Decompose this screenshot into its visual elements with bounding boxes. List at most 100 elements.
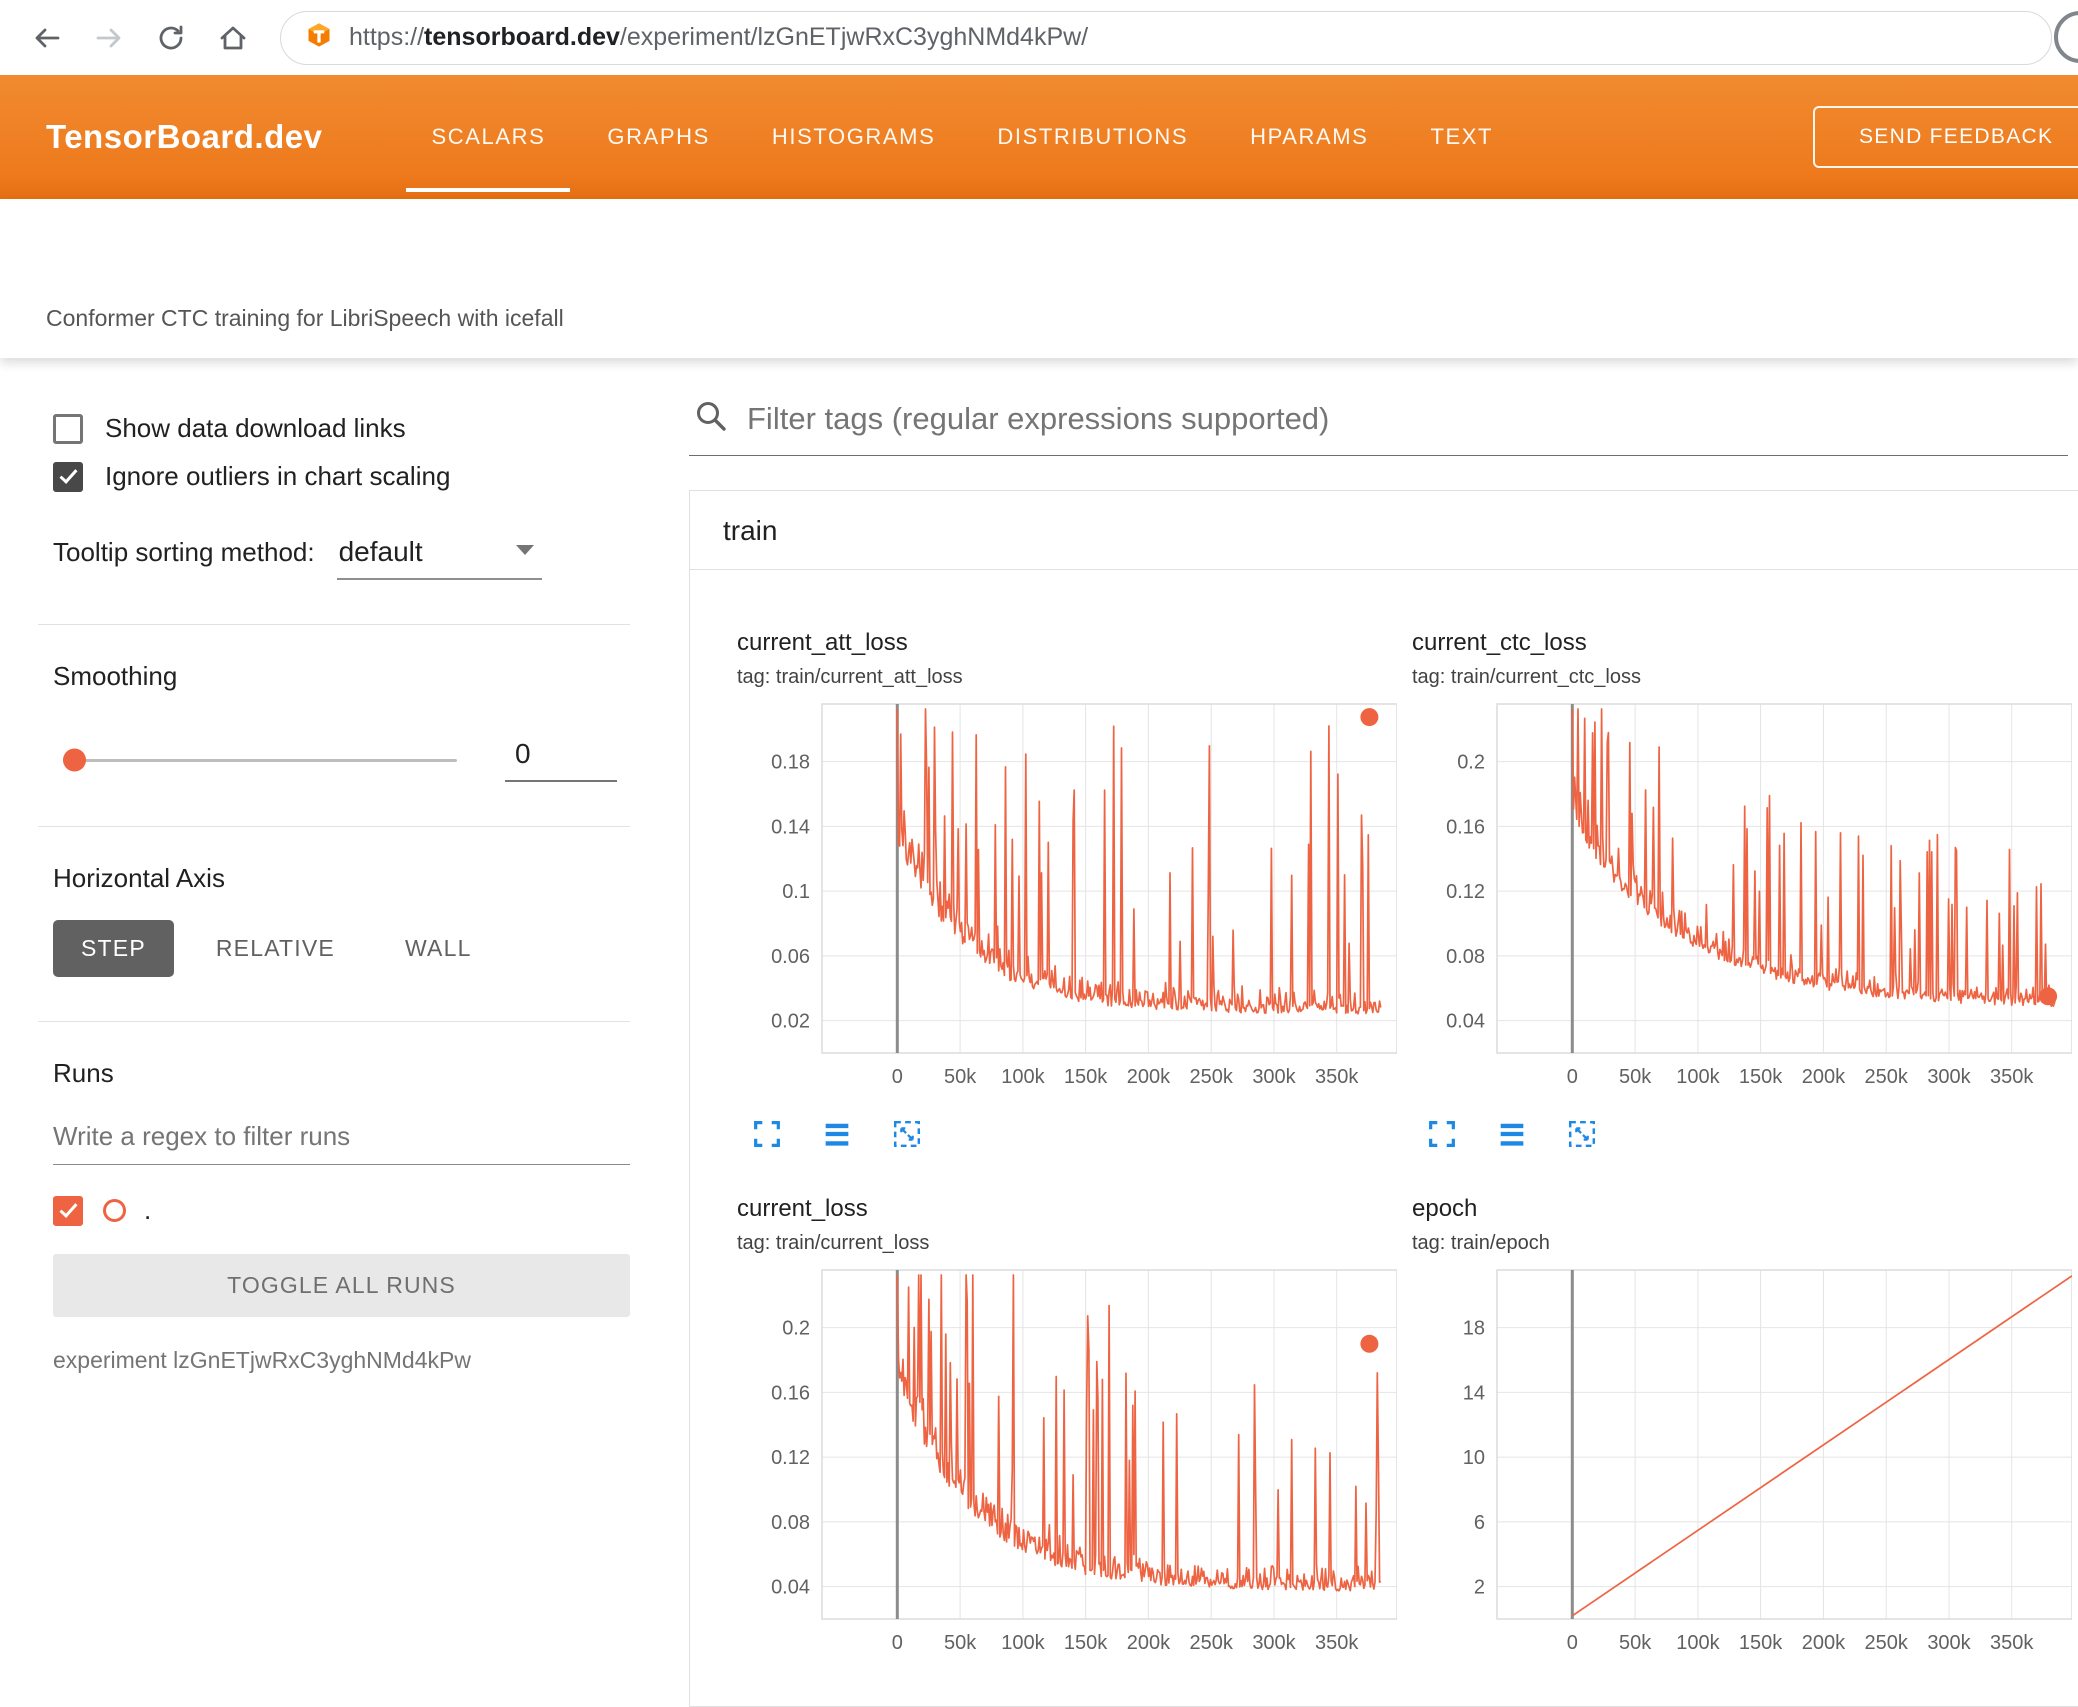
fit-domain-icon[interactable]: [1562, 1114, 1602, 1154]
check-icon: [58, 1198, 78, 1218]
brand-title: TensorBoard.dev: [46, 118, 323, 155]
svg-text:150k: 150k: [1064, 1066, 1108, 1088]
svg-text:350k: 350k: [1990, 1066, 2034, 1088]
svg-text:2: 2: [1474, 1577, 1485, 1599]
run-color-swatch: [103, 1199, 126, 1222]
chart-title: current_att_loss: [737, 629, 908, 656]
smoothing-slider[interactable]: [63, 748, 457, 772]
svg-text:0: 0: [1567, 1632, 1578, 1654]
experiment-title-bar: Conformer CTC training for LibriSpeech w…: [0, 199, 2078, 358]
wall-button[interactable]: WALL: [377, 920, 500, 977]
tooltip-sorting-select[interactable]: default: [336, 536, 542, 580]
smoothing-label: Smoothing: [53, 661, 178, 691]
fit-domain-icon[interactable]: [887, 1114, 927, 1154]
runs-label: Runs: [53, 1058, 114, 1088]
smoothing-slider-thumb[interactable]: [63, 748, 86, 772]
tab-text[interactable]: TEXT: [1399, 75, 1524, 199]
fullscreen-icon[interactable]: [747, 1114, 787, 1154]
toggle-all-runs-button[interactable]: TOGGLE ALL RUNS: [53, 1254, 630, 1317]
chart-current_att_loss: current_att_loss tag: train/current_att_l…: [737, 628, 1412, 1154]
settings-sidebar: Show data download links Ignore outliers…: [0, 358, 670, 1666]
tab-graphs[interactable]: GRAPHS: [576, 75, 741, 199]
tab-scalars[interactable]: SCALARS: [400, 75, 576, 199]
tag-filter: [689, 398, 2068, 456]
search-icon: [693, 398, 729, 439]
tab-distributions[interactable]: DISTRIBUTIONS: [966, 75, 1219, 199]
chart-plot-current_loss[interactable]: 0.04 0.08 0.12 0.16 0.2 0 50k 100k 150k 200k 250k 3…: [737, 1266, 1397, 1666]
svg-text:150k: 150k: [1739, 1632, 1783, 1654]
svg-text:0: 0: [892, 1066, 903, 1088]
svg-text:0.16: 0.16: [771, 1382, 810, 1404]
avatar[interactable]: [2054, 11, 2078, 63]
show-download-links-checkbox[interactable]: [53, 413, 83, 444]
send-feedback-button[interactable]: SEND FEEDBACK: [1813, 106, 2078, 168]
svg-text:100k: 100k: [1001, 1066, 1045, 1088]
chart-toolbar: [1422, 1114, 2078, 1154]
svg-text:250k: 250k: [1865, 1066, 1909, 1088]
home-icon[interactable]: [206, 11, 260, 65]
svg-text:0.04: 0.04: [1446, 1011, 1485, 1033]
reload-icon[interactable]: [144, 11, 198, 65]
ignore-outliers-checkbox[interactable]: [53, 461, 83, 492]
svg-text:300k: 300k: [1927, 1066, 1971, 1088]
tab-histograms[interactable]: HISTOGRAMS: [741, 75, 967, 199]
relative-button[interactable]: RELATIVE: [188, 920, 363, 977]
svg-text:18: 18: [1463, 1318, 1485, 1340]
run-item[interactable]: .: [53, 1195, 670, 1226]
app-header: TensorBoard.dev SCALARS GRAPHS HISTOGRAMS D…: [0, 75, 2078, 199]
address-bar[interactable]: https://tensorboard.dev/experiment/lzGnE…: [280, 10, 2052, 65]
runs-filter-input[interactable]: [53, 1115, 630, 1165]
svg-text:0.04: 0.04: [771, 1577, 810, 1599]
step-button[interactable]: STEP: [53, 920, 174, 977]
svg-text:100k: 100k: [1676, 1066, 1720, 1088]
chart-plot-current_ctc_loss[interactable]: 0.04 0.08 0.12 0.16 0.2 0 50k 100k 150k 200k 250k 3…: [1412, 700, 2072, 1100]
show-download-links-row[interactable]: Show data download links: [53, 413, 670, 444]
smoothing-row: 0: [53, 738, 670, 782]
fullscreen-icon[interactable]: [1422, 1114, 1462, 1154]
charts-grid: current_att_loss tag: train/current_att_l…: [690, 570, 2078, 1706]
chart-title: current_loss: [737, 1195, 868, 1222]
ignore-outliers-label: Ignore outliers in chart scaling: [105, 461, 451, 491]
chart-tag-label: tag: train/current_ctc_loss: [1412, 666, 1641, 688]
chart-plot-current_att_loss[interactable]: 0.02 0.06 0.1 0.14 0.18 0 50k 100k 150k 200k 250k 3…: [737, 700, 1397, 1100]
svg-text:200k: 200k: [1127, 1632, 1171, 1654]
svg-text:200k: 200k: [1802, 1066, 1846, 1088]
svg-text:0: 0: [1567, 1066, 1578, 1088]
run-checkbox[interactable]: [53, 1195, 83, 1226]
chart-title: epoch: [1412, 1195, 1478, 1222]
chevron-down-icon: [515, 544, 534, 555]
tab-hparams[interactable]: HPARAMS: [1219, 75, 1399, 199]
svg-text:0.2: 0.2: [1457, 752, 1485, 774]
tensorboard-favicon-icon: [305, 21, 333, 54]
smoothing-value[interactable]: 0: [505, 738, 617, 782]
svg-text:0.06: 0.06: [771, 946, 810, 968]
svg-text:250k: 250k: [1190, 1632, 1234, 1654]
content-area: Show data download links Ignore outliers…: [0, 358, 2078, 1707]
svg-text:50k: 50k: [944, 1066, 977, 1088]
ignore-outliers-row[interactable]: Ignore outliers in chart scaling: [53, 461, 670, 492]
svg-text:50k: 50k: [944, 1632, 977, 1654]
check-icon: [58, 464, 78, 484]
url-path: /experiment/lzGnETjwRxC3yghNMd4kPw/: [619, 23, 1089, 51]
tag-filter-input[interactable]: [745, 399, 2068, 438]
forward-icon[interactable]: [82, 11, 136, 65]
card-title[interactable]: train: [690, 491, 2078, 570]
chart-toolbar: [747, 1114, 1412, 1154]
chart-plot-epoch[interactable]: 2 6 10 14 18 0 50k 100k 150k 200k 250k 300k 350k: [1412, 1266, 2072, 1666]
svg-text:250k: 250k: [1190, 1066, 1234, 1088]
svg-text:300k: 300k: [1252, 1632, 1296, 1654]
url-domain: tensorboard.dev: [424, 23, 620, 51]
run-name: .: [144, 1195, 152, 1225]
browser-chrome: https://tensorboard.dev/experiment/lzGnE…: [0, 0, 2078, 75]
svg-text:200k: 200k: [1127, 1066, 1171, 1088]
divider: [38, 624, 630, 625]
svg-text:50k: 50k: [1619, 1066, 1652, 1088]
svg-text:10: 10: [1463, 1447, 1485, 1469]
back-icon[interactable]: [20, 11, 74, 65]
log-scale-icon[interactable]: [817, 1114, 857, 1154]
svg-text:150k: 150k: [1739, 1066, 1783, 1088]
svg-text:200k: 200k: [1802, 1632, 1846, 1654]
svg-text:300k: 300k: [1927, 1632, 1971, 1654]
log-scale-icon[interactable]: [1492, 1114, 1532, 1154]
svg-text:0.12: 0.12: [771, 1447, 810, 1469]
